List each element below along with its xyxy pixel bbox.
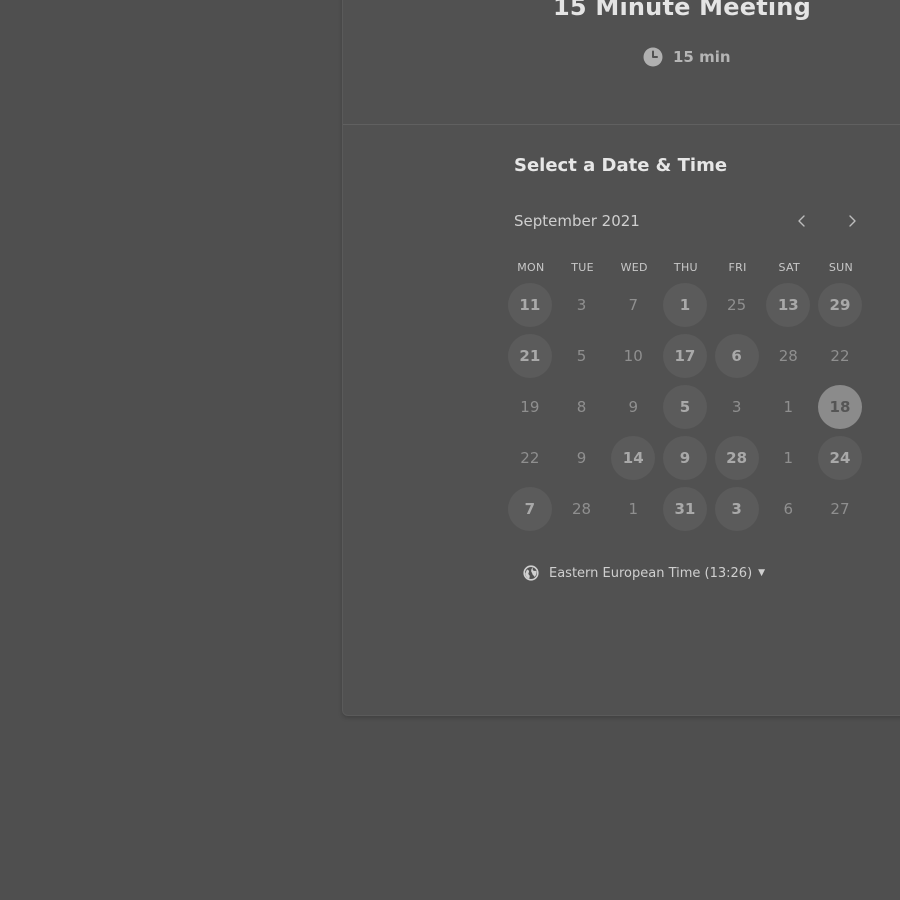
calendar-day-selected[interactable]: 18 <box>817 384 862 429</box>
calendar-cell: 8 <box>556 381 608 432</box>
calendar-grid: 11 3 7 1 25 13 29 21 5 10 17 6 28 22 19 8 9 5 3 1 18 22 9 14 9 28… <box>504 279 866 534</box>
calendar-day-available[interactable]: 21 <box>507 333 552 378</box>
calendar-day-unavailable: 5 <box>576 346 587 365</box>
event-title: 15 Minute Meeting <box>553 0 811 21</box>
calendar-cell: 19 <box>504 381 556 432</box>
weekday-label: THU <box>673 261 698 274</box>
calendar-cell: 3 <box>556 279 608 330</box>
calendar-day-unavailable: 8 <box>576 397 587 416</box>
calendar-cell: 5 <box>556 330 608 381</box>
calendar-cell: 25 <box>711 279 763 330</box>
calendar-day-available[interactable]: 17 <box>662 333 707 378</box>
calendar-cell: 13 <box>762 279 814 330</box>
calendar-day-unavailable: 7 <box>628 295 638 314</box>
calendar-cell: 6 <box>711 330 763 381</box>
timezone-selector[interactable]: Eastern European Time (13:26) ▼ <box>523 565 765 581</box>
calendar-cell: 27 <box>814 483 866 534</box>
calendar-cell: 14 <box>607 432 659 483</box>
calendar-day-unavailable: 3 <box>576 295 587 314</box>
calendar-day-available[interactable]: 1 <box>662 282 707 327</box>
calendar-day-unavailable: 6 <box>783 499 794 518</box>
calendar-cell: 1 <box>659 279 711 330</box>
calendar-cell: 17 <box>659 330 711 381</box>
calendar-cell: 31 <box>659 483 711 534</box>
calendar-cell: 9 <box>659 432 711 483</box>
calendar-cell: 6 <box>762 483 814 534</box>
calendar-day-unavailable: 28 <box>778 346 798 365</box>
calendar-cell: 11 <box>504 279 556 330</box>
month-label: September 2021 <box>514 212 640 230</box>
calendar-day-unavailable: 22 <box>520 448 540 467</box>
calendar-day-available[interactable]: 11 <box>507 282 552 327</box>
calendar-day-unavailable: 27 <box>830 499 850 518</box>
calendar-cell: 3 <box>711 483 763 534</box>
event-duration: 15 min <box>643 47 731 67</box>
previous-month-button[interactable] <box>790 209 814 233</box>
calendar-day-unavailable: 19 <box>520 397 540 416</box>
calendar-cell: 22 <box>814 330 866 381</box>
calendar-cell: 28 <box>711 432 763 483</box>
calendar-cell: 28 <box>556 483 608 534</box>
chevron-right-icon <box>846 214 858 228</box>
calendar-day-available[interactable]: 7 <box>507 486 552 531</box>
calendar-cell: 18 <box>814 381 866 432</box>
calendar-day-available[interactable]: 13 <box>766 282 811 327</box>
calendar-day-available[interactable]: 29 <box>817 282 862 327</box>
calendar-day-available[interactable]: 6 <box>714 333 759 378</box>
calendar-cell: 7 <box>504 483 556 534</box>
calendar-day-available[interactable]: 5 <box>662 384 707 429</box>
calendar-cell: 10 <box>607 330 659 381</box>
calendar-day-unavailable: 1 <box>783 448 794 467</box>
calendar-day-unavailable: 10 <box>623 346 643 365</box>
calendar-cell: 9 <box>556 432 608 483</box>
timezone-label: Eastern European Time (13:26) <box>549 565 753 581</box>
next-month-button[interactable] <box>840 209 864 233</box>
weekday-label: WED <box>620 261 648 274</box>
calendar-day-unavailable: 9 <box>628 397 638 416</box>
weekday-label: TUE <box>571 261 594 274</box>
clock-icon <box>643 47 663 67</box>
duration-label: 15 min <box>673 48 731 66</box>
header-divider <box>343 124 900 125</box>
weekday-label: MON <box>517 261 545 274</box>
calendar-day-available[interactable]: 3 <box>714 486 759 531</box>
calendar-day-unavailable: 3 <box>731 397 742 416</box>
calendar-cell: 1 <box>607 483 659 534</box>
month-navigation: September 2021 <box>514 209 864 233</box>
calendar-cell: 21 <box>504 330 556 381</box>
chevron-left-icon <box>796 214 808 228</box>
calendar-cell: 28 <box>762 330 814 381</box>
caret-down-icon: ▼ <box>758 568 766 578</box>
calendar-day-unavailable: 1 <box>628 499 638 518</box>
calendar-day-available[interactable]: 28 <box>714 435 759 480</box>
weekday-label: FRI <box>728 261 747 274</box>
calendar-day-available[interactable]: 31 <box>662 486 707 531</box>
calendar-day-available[interactable]: 14 <box>611 435 656 480</box>
weekday-label: SAT <box>778 261 801 274</box>
calendar-cell: 22 <box>504 432 556 483</box>
calendar-day-unavailable: 1 <box>783 397 794 416</box>
section-title: Select a Date & Time <box>514 155 728 176</box>
calendar-cell: 1 <box>762 381 814 432</box>
calendar-day-unavailable: 25 <box>727 295 747 314</box>
calendar-cell: 1 <box>762 432 814 483</box>
globe-icon <box>523 565 539 581</box>
scheduling-card: 15 Minute Meeting 15 min Select a Date &… <box>342 0 900 716</box>
calendar-cell: 9 <box>607 381 659 432</box>
calendar-day-available[interactable]: 24 <box>817 435 862 480</box>
calendar-day-unavailable: 28 <box>571 499 592 518</box>
calendar-day-unavailable: 9 <box>576 448 587 467</box>
calendar-cell: 7 <box>607 279 659 330</box>
weekday-label: SUN <box>828 261 854 274</box>
weekday-header: MON TUE WED THU FRI SAT SUN <box>505 261 867 274</box>
calendar-day-unavailable: 22 <box>830 346 850 365</box>
calendar-cell: 24 <box>814 432 866 483</box>
calendar-day-available[interactable]: 9 <box>662 435 707 480</box>
calendar-cell: 5 <box>659 381 711 432</box>
calendar-cell: 3 <box>711 381 763 432</box>
page: 15 Minute Meeting 15 min Select a Date &… <box>0 0 900 900</box>
calendar-cell: 29 <box>814 279 866 330</box>
